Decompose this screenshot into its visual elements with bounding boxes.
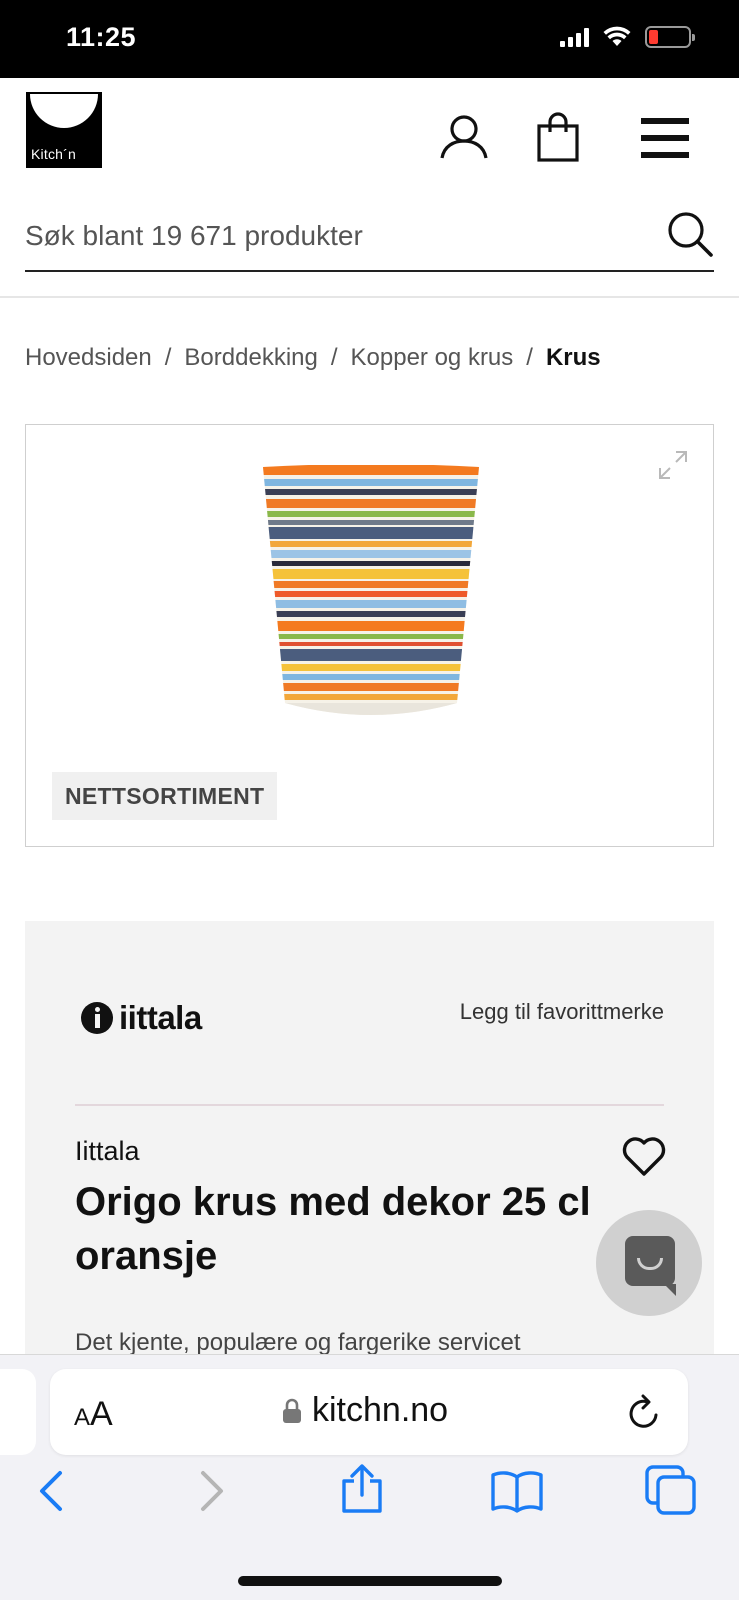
breadcrumb-current: Krus: [545, 344, 601, 371]
text-size-small-a: A: [74, 1404, 91, 1431]
cellular-signal-icon: [560, 27, 589, 47]
hamburger-menu-icon[interactable]: [641, 118, 689, 169]
logo-cup-shape: [30, 94, 98, 128]
battery-icon: [645, 26, 695, 48]
wifi-icon: [603, 26, 631, 46]
breadcrumb-separator: /: [330, 344, 338, 371]
search-input[interactable]: [25, 214, 645, 258]
browser-toolbar: AA kitchn.no: [0, 1354, 739, 1600]
search-bar: [25, 206, 714, 272]
breadcrumb-separator: /: [164, 344, 172, 371]
iittala-i-icon: [81, 1002, 113, 1034]
bookmarks-icon[interactable]: [490, 1469, 544, 1513]
heart-icon[interactable]: [621, 1135, 667, 1177]
back-arrow-icon[interactable]: [36, 1469, 68, 1513]
panel-divider: [75, 1104, 664, 1106]
header-divider: [0, 296, 739, 298]
search-icon[interactable]: [666, 210, 714, 258]
breadcrumb-separator: /: [526, 344, 533, 371]
iittala-brand-logo[interactable]: iittala: [81, 999, 202, 1037]
url-text: kitchn.no: [312, 1391, 449, 1429]
status-time: 11:25: [66, 22, 137, 52]
home-indicator[interactable]: [238, 1576, 502, 1586]
product-image-mug[interactable]: [261, 465, 481, 725]
chat-button[interactable]: [596, 1210, 702, 1316]
chat-icon: [625, 1236, 676, 1296]
text-size-button[interactable]: AA: [74, 1395, 113, 1434]
product-title: Origo krus med dekor 25 cl oransje: [75, 1180, 591, 1278]
product-image-gallery[interactable]: NETTSORTIMENT: [25, 424, 714, 847]
account-icon[interactable]: [440, 114, 488, 160]
breadcrumb-borddekking[interactable]: Borddekking: [184, 344, 317, 372]
product-brand[interactable]: Iittala: [75, 1136, 140, 1167]
expand-icon[interactable]: [657, 449, 689, 481]
previous-tab-preview[interactable]: [0, 1369, 36, 1455]
breadcrumb-kopper-og-krus[interactable]: Kopper og krus: [351, 344, 514, 372]
battery-level: [649, 30, 658, 44]
reload-icon[interactable]: [626, 1393, 662, 1431]
status-bar: 11:25: [0, 0, 739, 78]
tabs-icon[interactable]: [645, 1465, 697, 1515]
status-icons: [560, 26, 695, 48]
address-bar[interactable]: AA kitchn.no: [50, 1369, 688, 1455]
kitchn-logo[interactable]: Kitch´n: [26, 92, 102, 168]
url-display[interactable]: kitchn.no: [282, 1391, 448, 1430]
shopping-bag-icon[interactable]: [537, 112, 579, 162]
share-icon[interactable]: [340, 1463, 384, 1515]
breadcrumb: Hovedsiden / Borddekking / Kopper og kru…: [25, 344, 601, 372]
lock-icon: [283, 1398, 301, 1423]
breadcrumb-home[interactable]: Hovedsiden: [25, 344, 152, 372]
forward-arrow-icon[interactable]: [195, 1469, 227, 1513]
text-size-large-a: A: [90, 1395, 113, 1433]
online-only-badge: NETTSORTIMENT: [52, 772, 278, 820]
add-favorite-brand-link[interactable]: Legg til favorittmerke: [460, 999, 664, 1025]
chat-smile: [637, 1258, 663, 1270]
brand-logo-text: iittala: [119, 999, 202, 1036]
site-header: Kitch´n: [0, 78, 739, 188]
logo-text: Kitch´n: [31, 146, 76, 162]
